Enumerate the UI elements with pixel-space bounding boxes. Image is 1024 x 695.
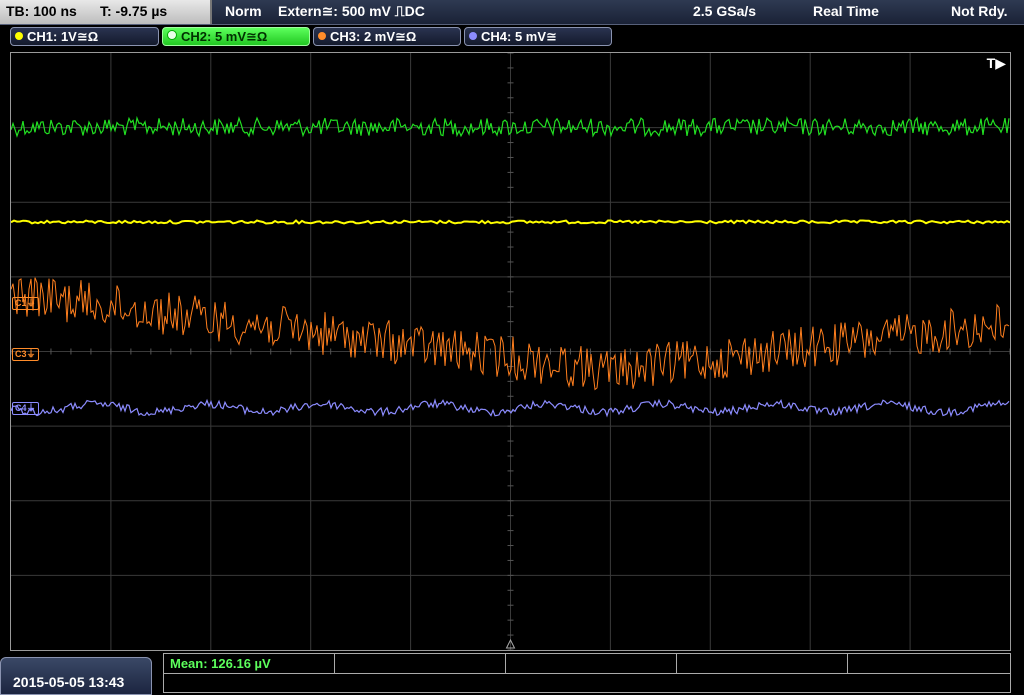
ch1-label: CH1: 1V≅Ω	[27, 29, 99, 44]
timebase-label: TB: 100 ns	[6, 3, 77, 19]
meas-cell	[335, 654, 506, 673]
trigger-mode[interactable]: Norm	[225, 3, 262, 19]
waveform-display[interactable]: T▶ C1⏚ C3⏚ C4⏚	[10, 52, 1011, 651]
datetime-label: 2015-05-05 13:43	[13, 674, 125, 690]
top-status-bar: TB: 100 ns T: -9.75 µs Norm Extern≅: 500…	[0, 0, 1024, 25]
trigger-source[interactable]: Extern≅: 500 mV ⎍DC	[278, 3, 425, 20]
acquisition-status: Not Rdy.	[951, 3, 1008, 19]
tab-ch2[interactable]: CH2: 5 mV≅Ω	[162, 27, 310, 46]
ch4-ground-marker[interactable]: C4⏚	[12, 402, 39, 415]
ch1-dot-icon	[15, 32, 23, 40]
ch4-label: CH4: 5 mV≅	[481, 29, 557, 44]
meas-cell: Mean: 126.16 µV	[164, 654, 335, 673]
waveform-svg	[11, 53, 1010, 650]
ch3-label: CH3: 2 mV≅Ω	[330, 29, 417, 44]
mean-measurement: Mean: 126.16 µV	[170, 656, 271, 671]
tab-ch4[interactable]: CH4: 5 mV≅	[464, 27, 612, 46]
ch2-label: CH2: 5 mV≅Ω	[181, 29, 268, 44]
meas-cell	[506, 654, 677, 673]
timebase-panel[interactable]: TB: 100 ns T: -9.75 µs	[0, 0, 212, 24]
ch1-ground-marker[interactable]: C1⏚	[12, 297, 39, 310]
ch4-dot-icon	[469, 32, 477, 40]
ch2-dot-icon	[167, 30, 177, 40]
tab-ch3[interactable]: CH3: 2 mV≅Ω	[313, 27, 461, 46]
sample-rate: 2.5 GSa/s	[693, 3, 757, 19]
ch3-dot-icon	[318, 32, 326, 40]
channel-tabs: CH1: 1V≅Ω CH2: 5 mV≅Ω CH3: 2 mV≅Ω CH4: 5…	[0, 26, 1024, 48]
measurement-table[interactable]: Mean: 126.16 µV	[163, 653, 1011, 693]
trigger-time-label: T: -9.75 µs	[100, 3, 168, 19]
trigger-position-icon: T▶	[986, 55, 1006, 71]
datetime-panel: 2015-05-05 13:43	[0, 657, 152, 695]
ch3-ground-marker[interactable]: C3⏚	[12, 348, 39, 361]
acquisition-mode: Real Time	[813, 3, 879, 19]
meas-cell	[677, 654, 848, 673]
tab-ch1[interactable]: CH1: 1V≅Ω	[10, 27, 159, 46]
meas-row	[164, 673, 1010, 692]
